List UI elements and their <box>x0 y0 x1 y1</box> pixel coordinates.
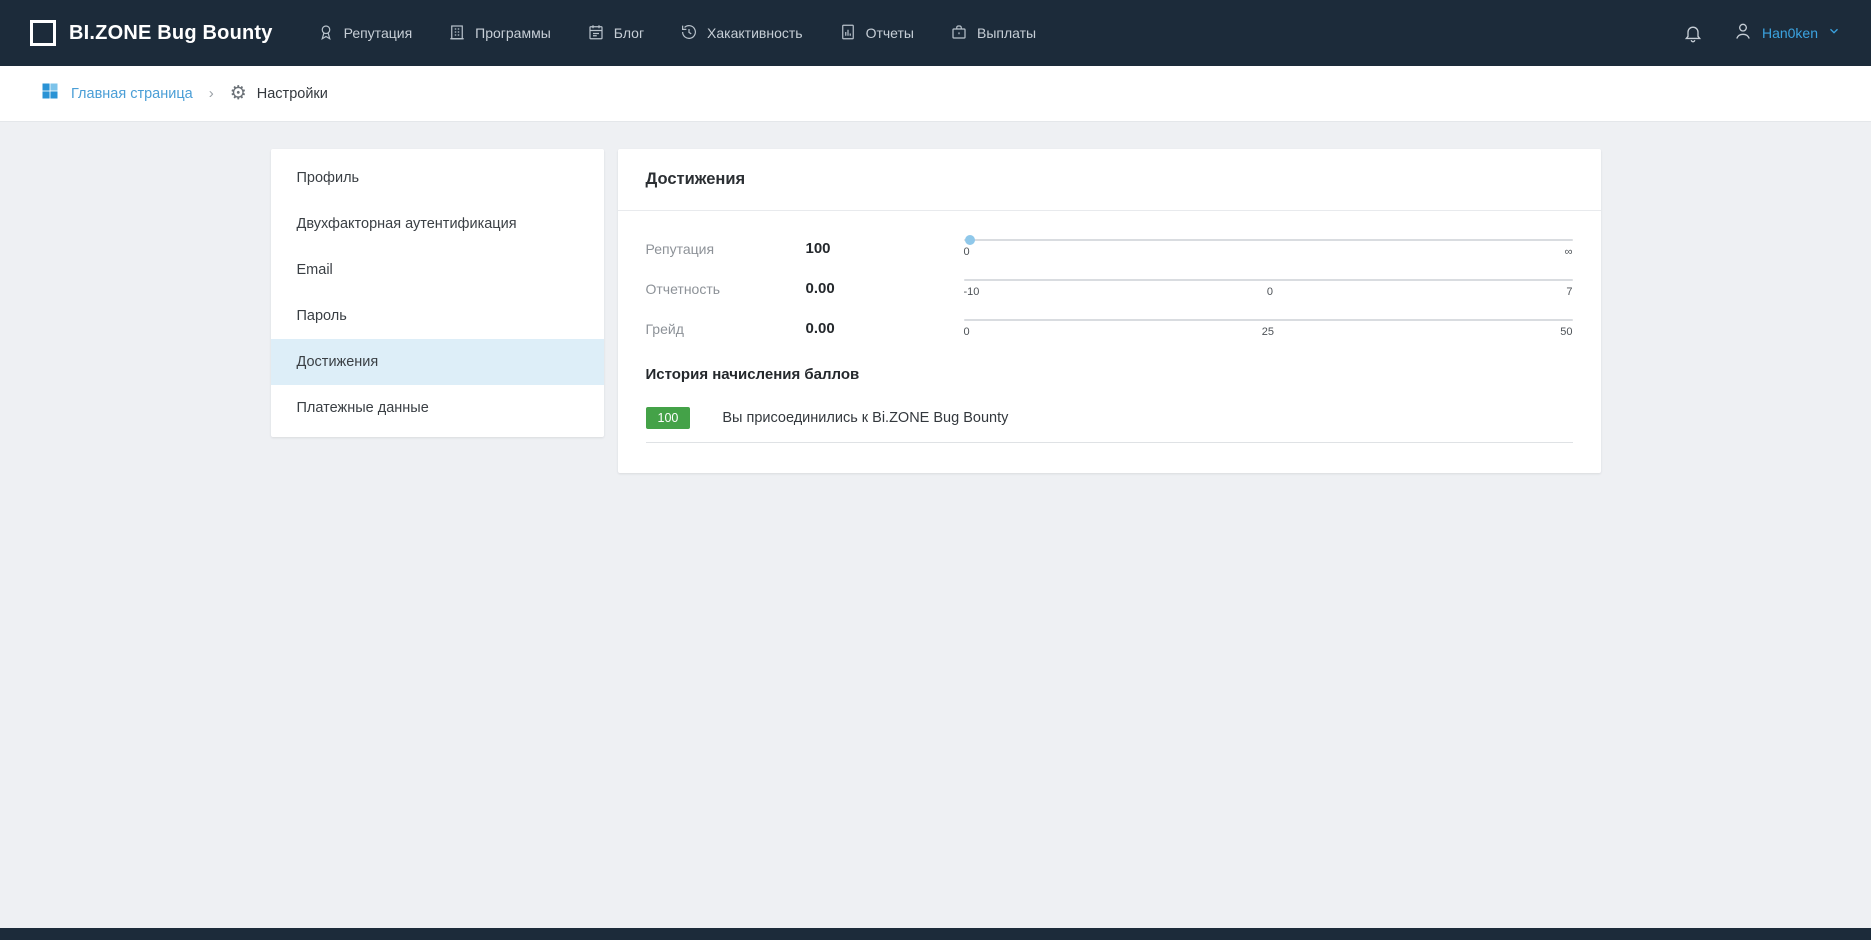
nav-item-payouts[interactable]: Выплаты <box>950 23 1036 44</box>
nav-item-label: Программы <box>475 25 551 41</box>
sidebar-item-two-factor[interactable]: Двухфакторная аутентификация <box>271 201 604 247</box>
footer-bar <box>0 928 1871 940</box>
nav-item-blog[interactable]: Блог <box>587 23 644 44</box>
history-entry-text: Вы присоединились к Bi.ZONE Bug Bounty <box>722 410 1008 426</box>
panel-body: Репутация 100 0 ∞ От <box>618 211 1601 473</box>
points-history-section: История начисления баллов 100 Вы присоед… <box>646 364 1573 443</box>
nav-item-label: Хакактивность <box>707 25 803 41</box>
sidebar-item-password[interactable]: Пароль <box>271 293 604 339</box>
nav-item-label: Отчеты <box>866 25 914 41</box>
metric-value: 0.00 <box>806 280 964 297</box>
programs-icon <box>448 23 466 44</box>
scale-max: 50 <box>1560 326 1572 338</box>
breadcrumb-separator-icon: › <box>209 85 214 102</box>
settings-sidebar: Профиль Двухфакторная аутентификация Ema… <box>271 149 604 437</box>
reputation-icon <box>317 23 335 44</box>
metric-label: Репутация <box>646 241 806 257</box>
slider-track <box>964 279 1573 281</box>
scale-min: 0 <box>964 326 976 338</box>
navbar-right: Han0ken <box>1683 21 1841 46</box>
content-area: Профиль Двухфакторная аутентификация Ema… <box>271 149 1601 473</box>
nav-item-programs[interactable]: Программы <box>448 23 551 44</box>
sidebar-item-email[interactable]: Email <box>271 247 604 293</box>
achievements-panel: Достижения Репутация 100 0 ∞ <box>618 149 1601 473</box>
nav-item-label: Блог <box>614 25 644 41</box>
blog-icon <box>587 23 605 44</box>
breadcrumb-home-link[interactable]: Главная страница <box>40 81 193 106</box>
slider-track <box>964 239 1573 241</box>
reports-icon <box>839 23 857 44</box>
scale-min: 0 <box>964 246 976 258</box>
metric-row-grade: Грейд 0.00 0 25 50 <box>646 319 1573 338</box>
home-grid-icon <box>40 81 60 106</box>
metric-row-reporting: Отчетность 0.00 -10 0 7 <box>646 279 1573 298</box>
payouts-icon <box>950 23 968 44</box>
slider-scale: -10 0 7 <box>964 286 1573 298</box>
scale-min: -10 <box>964 286 980 298</box>
user-name: Han0ken <box>1762 25 1818 41</box>
gear-icon: ⚙ <box>230 84 247 103</box>
sidebar-item-payment-details[interactable]: Платежные данные <box>271 385 604 431</box>
nav-item-reports[interactable]: Отчеты <box>839 23 914 44</box>
notifications-bell-icon[interactable] <box>1683 23 1703 43</box>
reputation-scale-slider: 0 ∞ <box>964 239 1573 258</box>
nav-item-reputation[interactable]: Репутация <box>317 23 413 44</box>
user-menu[interactable]: Han0ken <box>1733 21 1841 46</box>
nav-item-hackactivity[interactable]: Хакактивность <box>680 23 803 44</box>
breadcrumb-current-label: Настройки <box>257 86 328 102</box>
metric-value: 0.00 <box>806 320 964 337</box>
reporting-scale-slider: -10 0 7 <box>964 279 1573 298</box>
slider-dot <box>965 235 975 245</box>
scale-mid <box>1262 246 1274 258</box>
metric-row-reputation: Репутация 100 0 ∞ <box>646 239 1573 258</box>
metric-value: 100 <box>806 240 964 257</box>
bizone-logo-icon <box>30 20 56 46</box>
breadcrumb-current: ⚙ Настройки <box>230 84 328 103</box>
nav-item-label: Выплаты <box>977 25 1036 41</box>
scale-mid: 25 <box>1262 326 1274 338</box>
page: BI.ZONE Bug Bounty Репутация Программы Б… <box>0 0 1871 940</box>
sidebar-item-profile[interactable]: Профиль <box>271 155 604 201</box>
breadcrumb: Главная страница › ⚙ Настройки <box>0 66 1871 122</box>
history-title: История начисления баллов <box>646 366 1573 383</box>
scale-mid: 0 <box>1264 286 1276 298</box>
main-navigation: Репутация Программы Блог Хакактивность <box>317 23 1683 44</box>
grade-scale-slider: 0 25 50 <box>964 319 1573 338</box>
slider-scale: 0 ∞ <box>964 246 1573 258</box>
hackactivity-icon <box>680 23 698 44</box>
sidebar-item-achievements[interactable]: Достижения <box>271 339 604 385</box>
chevron-down-icon <box>1827 24 1841 43</box>
slider-track <box>964 319 1573 321</box>
top-navbar: BI.ZONE Bug Bounty Репутация Программы Б… <box>0 0 1871 66</box>
slider-scale: 0 25 50 <box>964 326 1573 338</box>
brand-logo-link[interactable]: BI.ZONE Bug Bounty <box>30 20 273 46</box>
history-entry: 100 Вы присоединились к Bi.ZONE Bug Boun… <box>646 407 1573 443</box>
scale-max: ∞ <box>1561 246 1573 258</box>
user-avatar-icon <box>1733 21 1753 46</box>
metric-label: Отчетность <box>646 281 806 297</box>
breadcrumb-home-label: Главная страница <box>71 86 193 102</box>
brand-title: BI.ZONE Bug Bounty <box>69 22 273 45</box>
points-badge: 100 <box>646 407 691 429</box>
panel-title: Достижения <box>618 149 1601 211</box>
metric-label: Грейд <box>646 321 806 337</box>
nav-item-label: Репутация <box>344 25 413 41</box>
scale-max: 7 <box>1561 286 1573 298</box>
